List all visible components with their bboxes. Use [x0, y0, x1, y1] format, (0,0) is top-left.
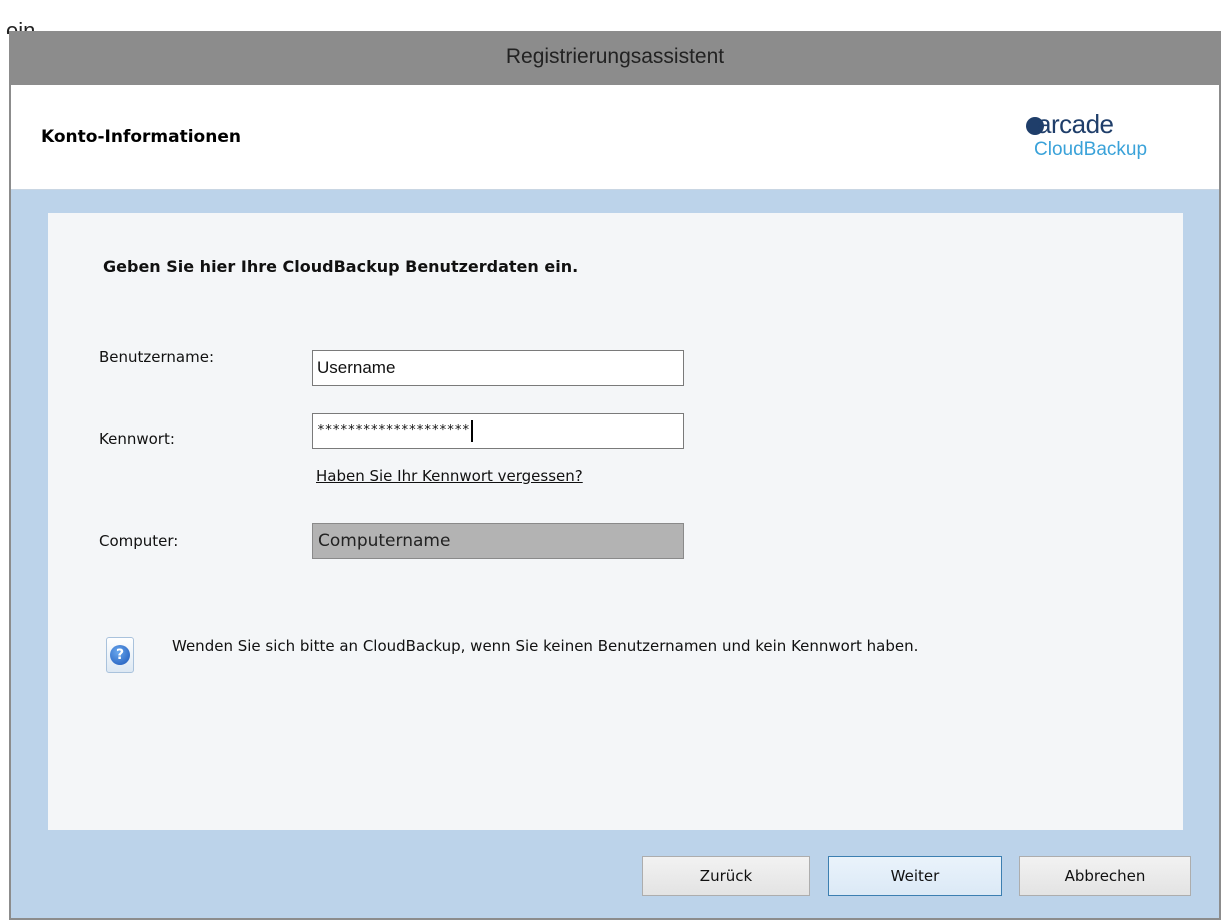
wizard-body: Geben Sie hier Ihre CloudBackup Benutzer… — [11, 190, 1219, 918]
next-button-label: Weiter — [890, 867, 940, 885]
forgot-password-link[interactable]: Haben Sie Ihr Kennwort vergessen? — [316, 467, 583, 485]
password-input[interactable]: ******************** — [312, 413, 684, 449]
logo-brand-text: arcade — [1037, 109, 1114, 139]
info-message: Wenden Sie sich bitte an CloudBackup, we… — [172, 637, 919, 655]
help-question-icon: ? — [106, 637, 134, 673]
password-value: ******************** — [317, 423, 470, 438]
window-titlebar[interactable]: Registrierungsassistent — [9, 31, 1221, 83]
back-button-label: Zurück — [699, 867, 753, 885]
form-panel: Geben Sie hier Ihre CloudBackup Benutzer… — [48, 213, 1183, 830]
window-title: Registrierungsassistent — [505, 45, 725, 68]
arcade-cloudbackup-logo: arcade CloudBackup — [1021, 109, 1211, 171]
computer-label: Computer: — [99, 532, 179, 550]
logo-product-text: CloudBackup — [1034, 139, 1148, 160]
registration-wizard-window: Registrierungsassistent Konto-Informatio… — [9, 31, 1221, 920]
back-button[interactable]: Zurück — [642, 856, 810, 896]
username-label: Benutzername: — [99, 348, 215, 366]
question-mark-icon: ? — [110, 645, 130, 665]
next-button[interactable]: Weiter — [828, 856, 1002, 896]
text-caret — [470, 419, 473, 442]
wizard-header: Konto-Informationen arcade CloudBackup — [11, 85, 1219, 190]
page-title: Konto-Informationen — [41, 127, 241, 147]
username-input[interactable]: Username — [312, 350, 684, 386]
username-value: Username — [317, 358, 396, 377]
computer-field: Computername — [312, 523, 684, 559]
cancel-button-label: Abbrechen — [1064, 867, 1146, 885]
computer-value: Computername — [318, 531, 451, 551]
form-heading: Geben Sie hier Ihre CloudBackup Benutzer… — [103, 257, 579, 276]
password-label: Kennwort: — [99, 430, 175, 448]
cancel-button[interactable]: Abbrechen — [1019, 856, 1191, 896]
